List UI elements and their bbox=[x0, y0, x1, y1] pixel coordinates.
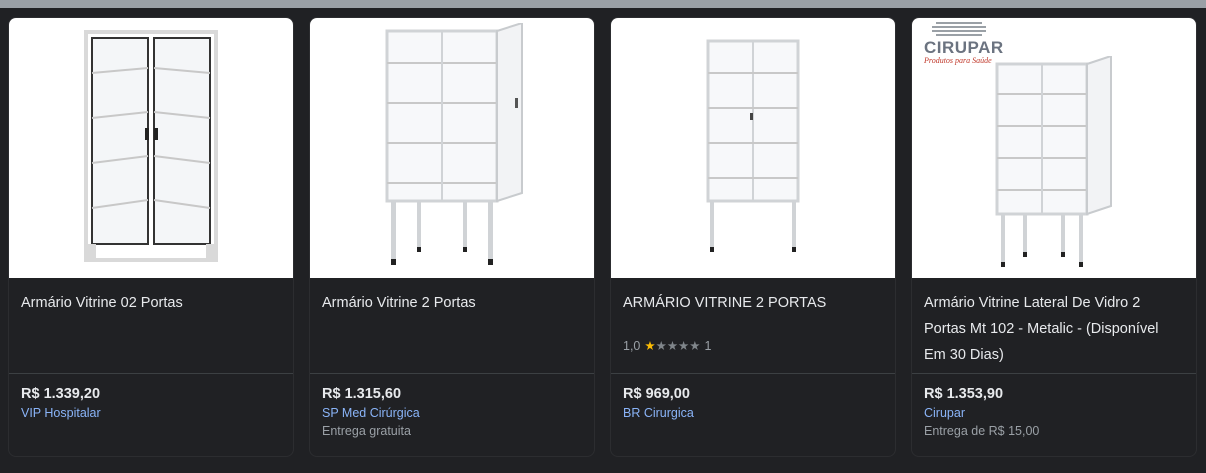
product-title[interactable]: Armário Vitrine 2 Portas bbox=[322, 290, 582, 316]
product-price: R$ 1.353,90 bbox=[924, 386, 1004, 402]
shipping-info: Entrega de R$ 15,00 bbox=[924, 424, 1040, 438]
product-card[interactable]: CIRUPAR Produtos para Saúde Armário Vitr… bbox=[911, 17, 1197, 457]
product-image[interactable]: CIRUPAR Produtos para Saúde bbox=[912, 18, 1196, 278]
product-price: R$ 1.315,60 bbox=[322, 386, 402, 402]
product-price-area: R$ 1.315,60 SP Med Cirúrgica Entrega gra… bbox=[310, 374, 594, 450]
logo-stripes-icon bbox=[932, 22, 986, 36]
cabinet-image-closed-doors bbox=[84, 30, 218, 262]
cabinet-image-open-door-side bbox=[995, 56, 1112, 267]
top-divider-bar bbox=[0, 0, 1206, 8]
seller-link[interactable]: SP Med Cirúrgica bbox=[322, 404, 582, 422]
rating-score: 1,0 bbox=[623, 338, 641, 353]
product-price-area: R$ 1.339,20 VIP Hospitalar bbox=[9, 374, 293, 432]
product-title-area: Armário Vitrine 02 Portas bbox=[9, 278, 293, 374]
logo-text: CIRUPAR bbox=[924, 38, 1004, 57]
product-card[interactable]: Armário Vitrine 02 Portas R$ 1.339,20 VI… bbox=[8, 17, 294, 457]
product-image[interactable] bbox=[611, 18, 895, 278]
brand-logo: CIRUPAR Produtos para Saúde bbox=[924, 22, 1004, 65]
product-title[interactable]: ARMÁRIO VITRINE 2 PORTAS bbox=[623, 290, 883, 316]
product-title-area: Armário Vitrine Lateral De Vidro 2 Porta… bbox=[912, 278, 1196, 374]
product-title-area: ARMÁRIO VITRINE 2 PORTAS 1,0 ★★★★★ 1 bbox=[611, 278, 895, 374]
logo-tagline: Produtos para Saúde bbox=[924, 56, 992, 65]
rating-count: 1 bbox=[704, 338, 712, 353]
product-price: R$ 969,00 bbox=[623, 386, 690, 402]
product-card[interactable]: Armário Vitrine 2 Portas R$ 1.315,60 SP … bbox=[309, 17, 595, 457]
product-image[interactable] bbox=[310, 18, 594, 278]
cabinet-image-closed bbox=[706, 39, 800, 252]
product-price-area: R$ 969,00 BR Cirurgica bbox=[611, 374, 895, 432]
seller-link[interactable]: Cirupar bbox=[924, 404, 1184, 422]
product-title-area: Armário Vitrine 2 Portas bbox=[310, 278, 594, 374]
seller-link[interactable]: VIP Hospitalar bbox=[21, 404, 281, 422]
rating-stars-icon: ★★★★★ bbox=[644, 339, 701, 353]
cabinet-image-open-door bbox=[385, 23, 523, 265]
product-title[interactable]: Armário Vitrine 02 Portas bbox=[21, 290, 281, 316]
product-card[interactable]: ARMÁRIO VITRINE 2 PORTAS 1,0 ★★★★★ 1 R$ … bbox=[610, 17, 896, 457]
product-grid: Armário Vitrine 02 Portas R$ 1.339,20 VI… bbox=[8, 17, 1197, 457]
shipping-info: Entrega gratuita bbox=[322, 424, 411, 438]
seller-link[interactable]: BR Cirurgica bbox=[623, 404, 883, 422]
product-price: R$ 1.339,20 bbox=[21, 386, 101, 402]
product-price-area: R$ 1.353,90 Cirupar Entrega de R$ 15,00 bbox=[912, 374, 1196, 450]
product-image[interactable] bbox=[9, 18, 293, 278]
product-title[interactable]: Armário Vitrine Lateral De Vidro 2 Porta… bbox=[924, 290, 1184, 368]
product-rating: 1,0 ★★★★★ 1 bbox=[623, 338, 883, 354]
